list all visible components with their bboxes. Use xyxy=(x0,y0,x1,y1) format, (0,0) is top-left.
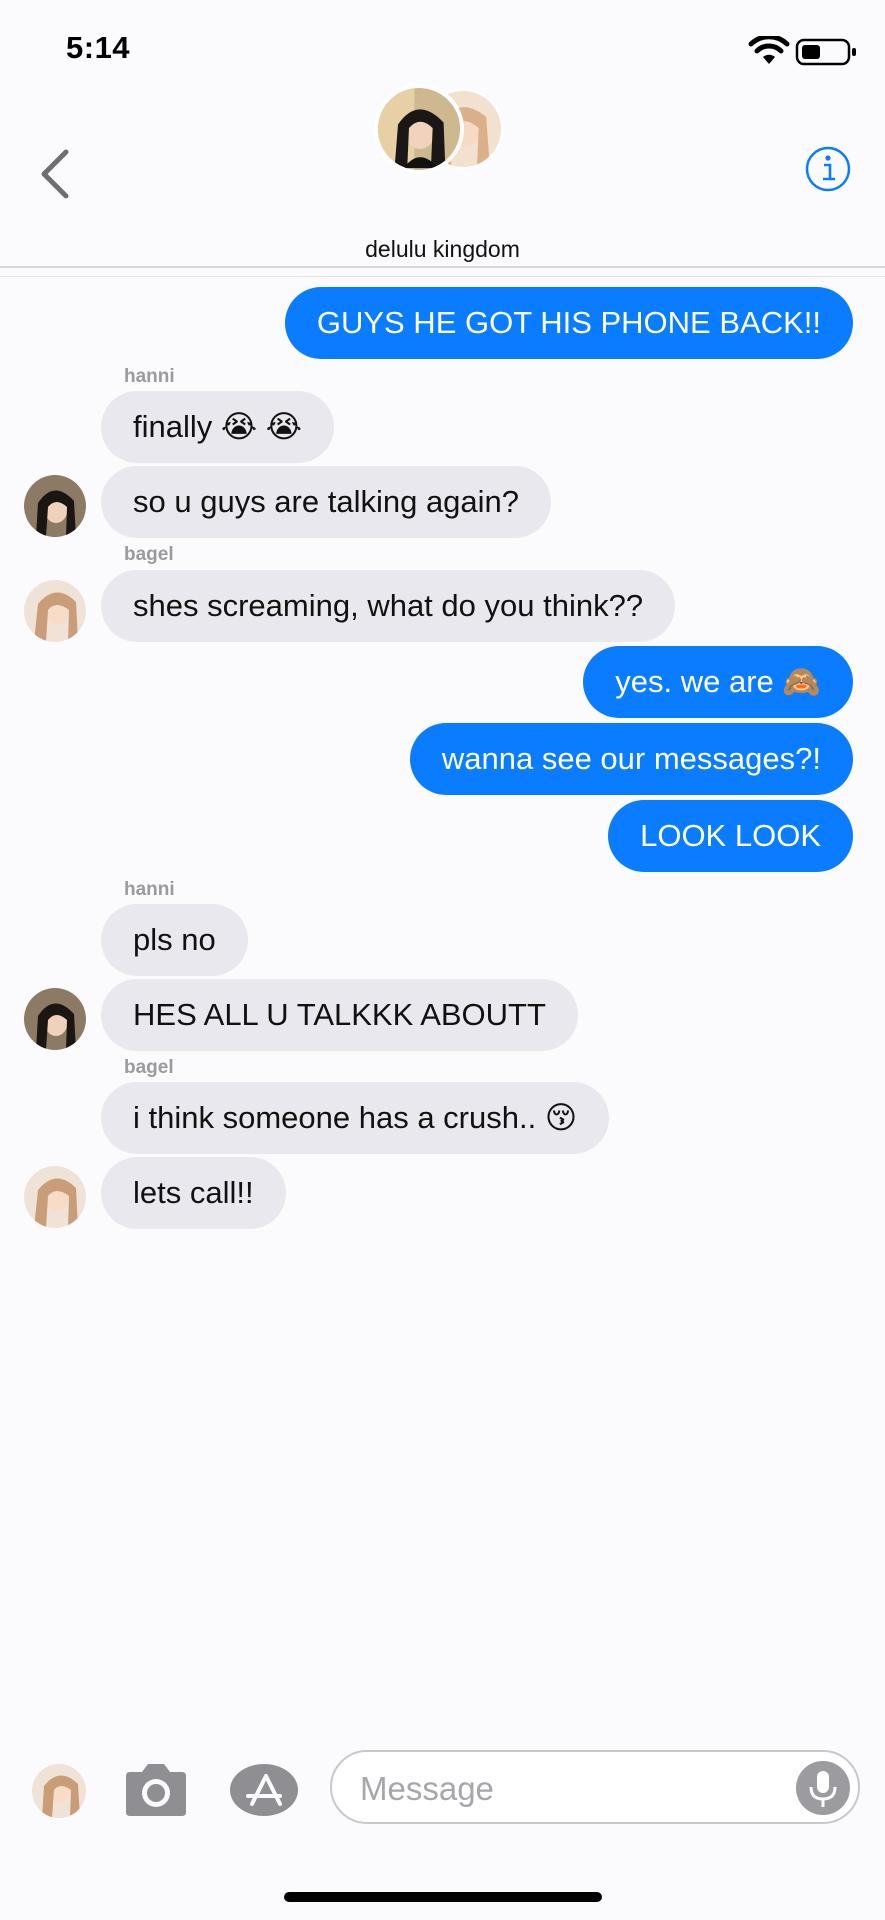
home-indicator[interactable] xyxy=(284,1892,602,1902)
message-bubble-outgoing[interactable]: LOOK LOOK xyxy=(608,800,853,872)
sender-name: bagel xyxy=(124,1057,174,1078)
message-bubble-outgoing[interactable]: GUYS HE GOT HIS PHONE BACK!! xyxy=(284,287,853,359)
message-bubble-incoming[interactable]: pls no xyxy=(101,904,248,976)
wifi-icon xyxy=(748,36,790,64)
avatar-hanni xyxy=(374,84,464,174)
message-bubble-outgoing[interactable]: yes. we are 🙈 xyxy=(583,646,853,718)
back-chevron-icon[interactable] xyxy=(36,144,76,204)
group-avatars[interactable] xyxy=(374,84,510,176)
header-divider xyxy=(0,276,885,277)
camera-icon[interactable] xyxy=(122,1762,190,1818)
avatar-bagel[interactable] xyxy=(24,1166,86,1228)
avatar-hanni[interactable] xyxy=(24,988,86,1050)
message-bubble-incoming[interactable]: shes screaming, what do you think?? xyxy=(101,570,676,642)
message-bubble-incoming[interactable]: so u guys are talking again? xyxy=(101,466,552,538)
memoji-avatar-button[interactable] xyxy=(32,1764,86,1818)
message-bubble-incoming[interactable]: i think someone has a crush.. 😚 xyxy=(101,1082,610,1154)
info-icon[interactable] xyxy=(804,145,852,193)
conversation-header: delulu kingdom xyxy=(0,80,885,277)
message-bubble-outgoing[interactable]: wanna see our messages?! xyxy=(409,723,853,795)
sender-name: bagel xyxy=(124,544,174,565)
mic-icon[interactable] xyxy=(796,1761,850,1815)
app-store-icon[interactable] xyxy=(228,1762,300,1818)
battery-icon xyxy=(795,38,856,66)
message-placeholder: Message xyxy=(360,1770,494,1807)
composer-toolbar: Message xyxy=(0,1740,885,1840)
message-bubble-incoming[interactable]: lets call!! xyxy=(101,1157,286,1229)
message-input[interactable]: Message xyxy=(330,1750,860,1824)
message-bubble-incoming[interactable]: HES ALL U TALKKK ABOUTT xyxy=(101,979,578,1051)
avatar-hanni[interactable] xyxy=(24,475,86,537)
sender-name: hanni xyxy=(124,366,175,387)
group-name[interactable]: delulu kingdom xyxy=(0,236,885,263)
status-time: 5:14 xyxy=(66,30,131,65)
sender-name: hanni xyxy=(124,879,175,900)
avatar-bagel[interactable] xyxy=(24,580,86,642)
message-bubble-incoming[interactable]: finally 😭 😭 xyxy=(101,391,334,463)
